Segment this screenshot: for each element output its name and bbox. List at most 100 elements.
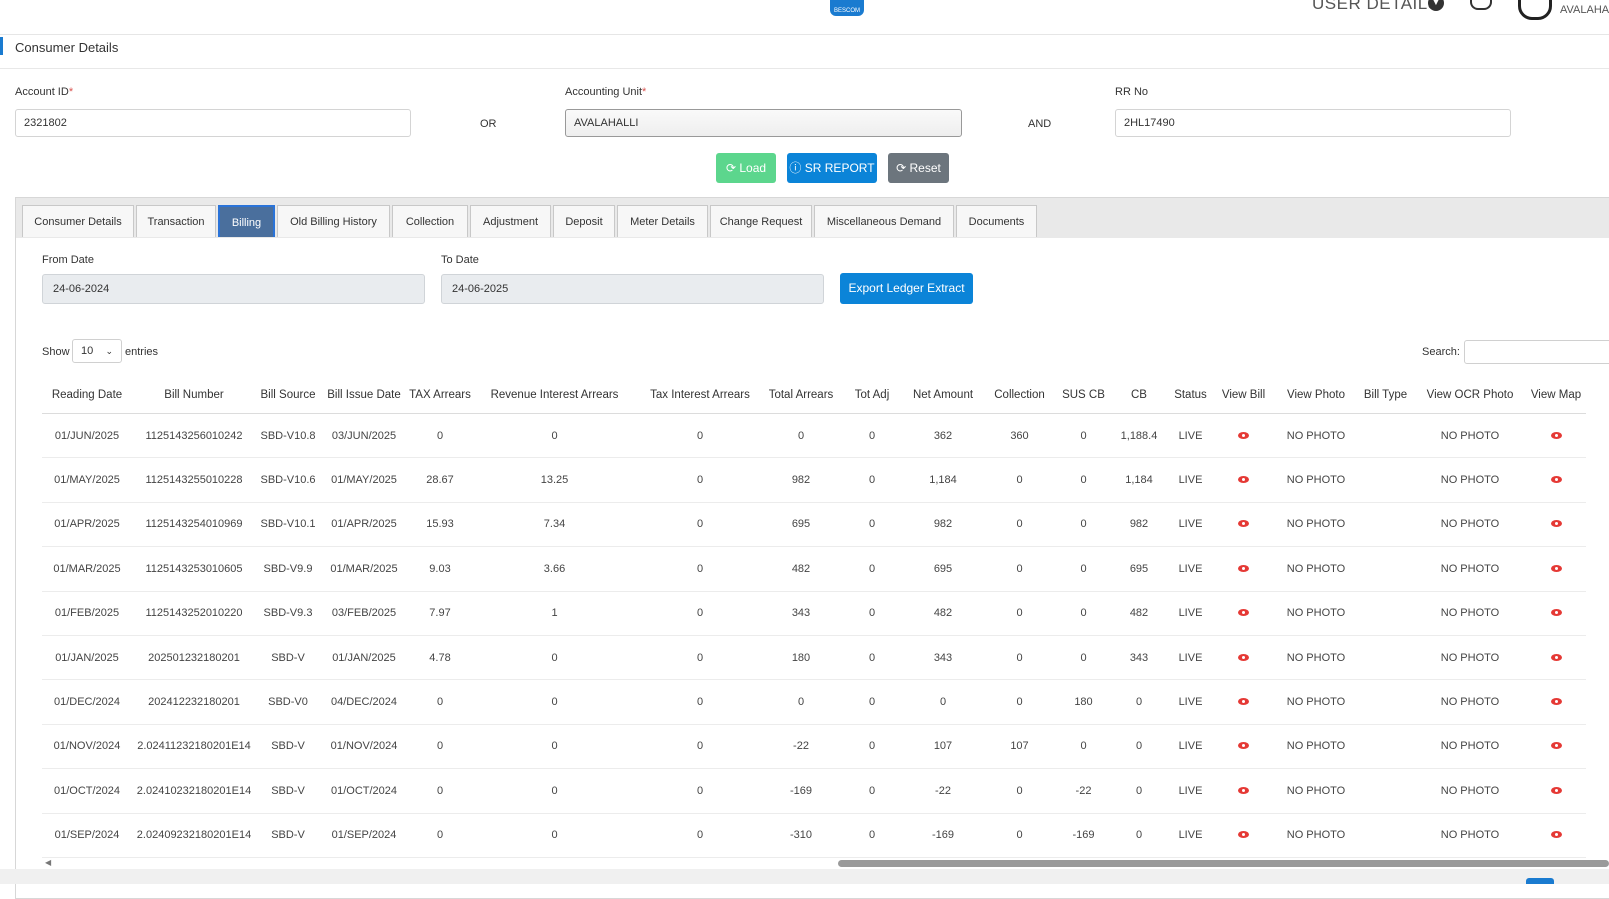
eye-icon[interactable] [1550,431,1562,439]
column-header[interactable]: View Bill [1212,377,1275,414]
table-cell: 202501232180201 [132,635,256,681]
column-header[interactable]: TAX Arrears [408,377,472,414]
user-details-menu[interactable]: USER DETAILS [1312,0,1440,14]
eye-icon[interactable] [1238,431,1249,439]
bescom-logo[interactable]: BESCOM [830,0,864,16]
eye-icon[interactable] [1238,698,1249,706]
table-cell: 0 [472,768,637,814]
eye-icon[interactable] [1238,564,1249,572]
tab-change-request[interactable]: Change Request [710,205,812,237]
eye-icon[interactable] [1550,653,1562,661]
table-cell: 0 [1109,679,1169,725]
export-ledger-extract-button[interactable]: Export Ledger Extract [840,273,973,304]
column-header[interactable]: Bill Type [1357,377,1414,414]
column-header[interactable]: Collection [981,377,1058,414]
scrollbar-thumb[interactable] [838,860,1609,867]
view-bill-cell [1212,457,1275,503]
table-cell: LIVE [1169,502,1212,548]
table-cell: 1,188.4 [1109,413,1169,459]
view-bill-cell [1212,768,1275,814]
table-cell: 01/NOV/2024 [320,724,408,770]
table-cell: 01/FEB/2025 [42,591,132,636]
scroll-left-icon[interactable]: ◀ [45,858,51,867]
table-cell: 180 [1058,679,1109,725]
reset-label: Reset [909,161,941,175]
tab-adjustment[interactable]: Adjustment [470,205,551,237]
column-header[interactable]: Bill Issue Date [320,377,408,414]
to-date-input[interactable]: 24-06-2025 [441,274,824,304]
column-header[interactable]: Reading Date [42,377,132,414]
column-header[interactable]: Revenue Interest Arrears [472,377,637,414]
entries-select[interactable]: 10 ⌄ [72,339,122,363]
column-header[interactable]: View Map [1526,377,1586,414]
column-header[interactable]: Status [1169,377,1212,414]
horizontal-scrollbar[interactable]: ◀ [42,858,1609,868]
column-header[interactable]: Net Amount [905,377,981,414]
column-header[interactable]: View Photo [1275,377,1357,414]
column-header[interactable]: Tot Adj [839,377,905,414]
table-cell: NO PHOTO [1414,813,1526,858]
and-label: AND [1028,118,1052,130]
tab-miscellaneous-demand[interactable]: Miscellaneous Demand [814,205,954,237]
load-button[interactable]: ⟳ Load [716,153,776,183]
eye-icon[interactable] [1550,742,1562,750]
table-cell: NO PHOTO [1414,502,1526,548]
accounting-unit-select[interactable]: AVALAHALLI [565,109,962,137]
from-date-input[interactable]: 24-06-2024 [42,274,425,304]
eye-icon[interactable] [1550,520,1562,528]
table-cell: 0 [637,502,763,548]
eye-icon[interactable] [1550,476,1562,484]
column-header[interactable]: Total Arrears [763,377,839,414]
search-input[interactable] [1464,340,1609,364]
table-cell: 0 [637,457,763,503]
eye-icon[interactable] [1238,520,1249,528]
table-cell: 0 [408,813,472,858]
tab-deposit[interactable]: Deposit [553,205,615,237]
column-header[interactable]: Bill Number [132,377,256,414]
tab-collection[interactable]: Collection [392,205,468,237]
eye-icon[interactable] [1238,653,1249,661]
eye-icon[interactable] [1238,786,1249,794]
eye-icon[interactable] [1550,698,1562,706]
rr-no-input[interactable]: 2HL17490 [1115,109,1511,137]
eye-icon[interactable] [1550,831,1562,839]
table-cell: NO PHOTO [1275,546,1357,592]
column-header[interactable]: View OCR Photo [1414,377,1526,414]
account-id-input[interactable]: 2321802 [15,109,411,137]
table-cell: 0 [763,413,839,459]
tab-documents[interactable]: Documents [956,205,1037,237]
section-header: Consumer Details [0,35,1609,69]
table-cell: 1 [472,591,637,636]
table-cell: SBD-V10.1 [256,502,320,548]
table-cell: 0 [763,679,839,725]
eye-icon[interactable] [1550,786,1562,794]
eye-icon[interactable] [1550,564,1562,572]
eye-icon[interactable] [1238,476,1249,484]
billing-table: Reading Date Bill Number Bill Source Bill I… [42,377,1586,858]
table-cell: 01/DEC/2024 [42,679,132,725]
tab-billing[interactable]: Billing [218,205,275,237]
eye-icon[interactable] [1238,742,1249,750]
eye-icon[interactable] [1238,609,1249,617]
section-accent-bar [0,37,3,55]
table-cell: 0 [637,413,763,459]
bell-icon[interactable] [1470,0,1492,10]
table-cell: SBD-V [256,635,320,681]
table-cell: 0 [981,457,1058,503]
column-header[interactable]: SUS CB [1058,377,1109,414]
sr-report-button[interactable]: ⓘ SR REPORT [787,153,877,183]
tab-meter-details[interactable]: Meter Details [617,205,708,237]
tab-transaction[interactable]: Transaction [136,205,216,237]
table-cell: 982 [1109,502,1169,548]
column-header[interactable]: Tax Interest Arrears [637,377,763,414]
scroll-top-button[interactable] [1526,878,1554,884]
tab-consumer-details[interactable]: Consumer Details [22,205,134,237]
column-header[interactable]: CB [1109,377,1169,414]
column-header[interactable]: Bill Source [256,377,320,414]
eye-icon[interactable] [1238,831,1249,839]
user-avatar-icon[interactable] [1518,0,1552,20]
reset-button[interactable]: ⟳ Reset [888,153,949,183]
chevron-down-icon[interactable]: ▼ [1428,0,1444,11]
eye-icon[interactable] [1550,609,1562,617]
tab-old-billing-history[interactable]: Old Billing History [277,205,390,237]
